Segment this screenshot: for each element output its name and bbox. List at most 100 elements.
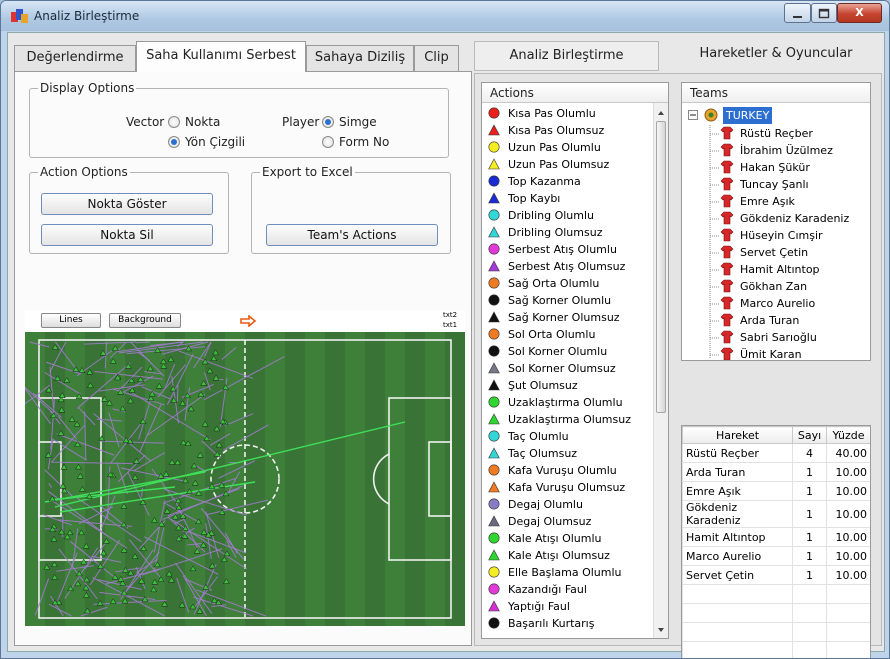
action-item-label: Degaj Olumlu	[508, 498, 583, 511]
action-item-label: Elle Başlama Olumlu	[508, 566, 622, 579]
action-item-label: Taç Olumlu	[508, 430, 569, 443]
vector-yon-cizgili-radio[interactable]	[168, 136, 180, 148]
action-item-label: Sağ Orta Olumlu	[508, 277, 600, 290]
action-item-label: Serbest Atış Olumsuz	[508, 260, 626, 273]
player-tree-item[interactable]: Sabri Sarıoğlu	[710, 329, 868, 346]
background-button[interactable]: Background	[109, 313, 181, 328]
stats-cell-player: Servet Çetin	[682, 565, 793, 585]
stats-empty-cell	[826, 641, 870, 658]
col-hareket[interactable]: Hareket	[682, 426, 793, 444]
circle-marker-icon	[488, 617, 500, 629]
circle-marker-icon	[488, 141, 500, 153]
pitch-view[interactable]: Lines Background txt2 txt1	[25, 310, 465, 626]
app-icon	[11, 9, 28, 23]
scroll-down-icon[interactable]	[654, 624, 668, 636]
action-item-label: Dribling Olumlu	[508, 209, 595, 222]
stats-body: Rüstü Reçber 4 40.00 Arda Turan 1 10.00 Emre A…	[682, 443, 870, 658]
player-tree-item[interactable]: Tuncay Şanlı	[710, 176, 868, 193]
tab-saha-kullanimi[interactable]: Saha Kullanımı Serbest	[136, 41, 306, 72]
teams-tree[interactable]: Teams TURKEY Rüstü Reçber İbrahim Üzülmez…	[681, 82, 871, 361]
stats-row[interactable]: Rüstü Reçber 4 40.00	[682, 443, 870, 463]
stats-row[interactable]: Hamit Altıntop 1 10.00	[682, 527, 870, 547]
nokta-goster-button[interactable]: Nokta Göster	[41, 193, 213, 215]
stats-cell-count: 1	[792, 565, 827, 585]
player-tree-item[interactable]: İbrahim Üzülmez	[710, 142, 868, 159]
action-item-label: Kısa Pas Olumlu	[508, 107, 596, 120]
player-tree-item[interactable]: Servet Çetin	[710, 244, 868, 261]
col-yuzde[interactable]: Yüzde	[826, 426, 870, 444]
action-item-label: Uzaklaştırma Olumsuz	[508, 413, 631, 426]
title-bar[interactable]: Analiz Birleştirme X	[1, 1, 889, 31]
stats-row[interactable]: Servet Çetin 1 10.00	[682, 565, 870, 585]
circle-marker-icon	[488, 464, 500, 476]
stats-empty-cell	[792, 641, 827, 658]
player-tree-item[interactable]: Arda Turan	[710, 312, 868, 329]
triangle-marker-icon	[488, 311, 500, 323]
lines-button[interactable]: Lines	[41, 313, 101, 328]
display-options-label: Display Options	[38, 81, 137, 95]
tab-analiz-birlestirme[interactable]: Analiz Birleştirme	[474, 41, 659, 71]
action-item-label: Kafa Vuruşu Olumsuz	[508, 481, 626, 494]
player-name: İbrahim Üzülmez	[740, 144, 833, 157]
player-simge-label: Simge	[339, 115, 377, 129]
stats-row[interactable]: Emre Aşık 1 10.00	[682, 481, 870, 501]
team-actions-button[interactable]: Team's Actions	[266, 224, 438, 246]
tab-clip[interactable]: Clip	[414, 45, 459, 71]
action-item-label: Top Kazanma	[508, 175, 581, 188]
tab-hareketler-oyuncular[interactable]: Hareketler & Oyuncular	[670, 41, 882, 69]
vector-nokta-label: Nokta	[185, 115, 221, 129]
action-item-label: Dribling Olumsuz	[508, 226, 603, 239]
player-name: Tuncay Şanlı	[740, 178, 809, 191]
vector-nokta-radio[interactable]	[168, 116, 180, 128]
player-tree-item[interactable]: Hakan Şükür	[710, 159, 868, 176]
team-name[interactable]: TURKEY	[723, 107, 773, 124]
action-item-label: Taç Olumsuz	[508, 447, 578, 460]
action-item-label: Sağ Korner Olumsuz	[508, 311, 620, 324]
stats-cell-count: 1	[792, 462, 827, 482]
stats-empty-cell	[682, 622, 793, 642]
player-simge-radio[interactable]	[322, 116, 334, 128]
stats-cell-count: 1	[792, 500, 827, 528]
scroll-up-icon[interactable]	[654, 107, 668, 119]
stats-row[interactable]: Gökdeniz Karadeniz 1 10.00	[682, 500, 870, 528]
player-tree-item[interactable]: Gökhan Zan	[710, 278, 868, 295]
export-excel-group: Export to Excel Team's Actions	[251, 165, 451, 254]
arrow-right-icon[interactable]	[240, 315, 256, 327]
stats-cell-player: Gökdeniz Karadeniz	[682, 500, 793, 528]
player-shirt-icon	[720, 279, 734, 293]
nokta-sil-button[interactable]: Nokta Sil	[41, 224, 213, 246]
player-tree-item[interactable]: Hüseyin Cımşir	[710, 227, 868, 244]
player-tree-item[interactable]: Gökdeniz Karadeniz	[710, 210, 868, 227]
minimize-button[interactable]	[784, 3, 811, 23]
player-tree-item[interactable]: Marco Aurelio	[710, 295, 868, 312]
stats-empty-cell	[792, 622, 827, 642]
tab-sahaya-dizilis[interactable]: Sahaya Diziliş	[306, 45, 414, 71]
stats-row[interactable]: Arda Turan 1 10.00	[682, 462, 870, 482]
player-name: Gökhan Zan	[740, 280, 808, 293]
legend-txt1: txt1	[443, 321, 458, 329]
action-item-label: Kale Atışı Olumsuz	[508, 549, 610, 562]
player-tree-item[interactable]: Rüstü Reçber	[710, 125, 868, 142]
stats-empty-row	[682, 622, 870, 642]
scrollbar-thumb[interactable]	[656, 121, 666, 413]
tab-degerlendirme[interactable]: Değerlendirme	[14, 45, 136, 71]
actions-scrollbar[interactable]	[653, 103, 668, 638]
stats-cell-player: Arda Turan	[682, 462, 793, 482]
col-sayi[interactable]: Sayı	[792, 426, 827, 444]
player-label: Player	[282, 115, 320, 129]
stats-cell-percent: 10.00	[826, 500, 870, 528]
player-name: Arda Turan	[740, 314, 800, 327]
player-tree-item[interactable]: Ümit Karan	[710, 346, 868, 360]
player-tree-item[interactable]: Hamit Altıntop	[710, 261, 868, 278]
player-form-no-radio[interactable]	[322, 136, 334, 148]
action-item-label: Yaptığı Faul	[508, 600, 570, 613]
stats-cell-player: Marco Aurelio	[682, 546, 793, 566]
vector-label: Vector	[126, 115, 165, 129]
stats-header-row: Hareket Sayı Yüzde	[682, 426, 870, 444]
action-vector-line	[141, 487, 143, 497]
actions-list[interactable]: Actions Kısa Pas Olumlu Kısa Pas Olumsuz U…	[481, 82, 669, 639]
stats-row[interactable]: Marco Aurelio 1 10.00	[682, 546, 870, 566]
close-button[interactable]: X	[837, 3, 882, 23]
maximize-button[interactable]	[811, 3, 837, 23]
player-tree-item[interactable]: Emre Aşık	[710, 193, 868, 210]
